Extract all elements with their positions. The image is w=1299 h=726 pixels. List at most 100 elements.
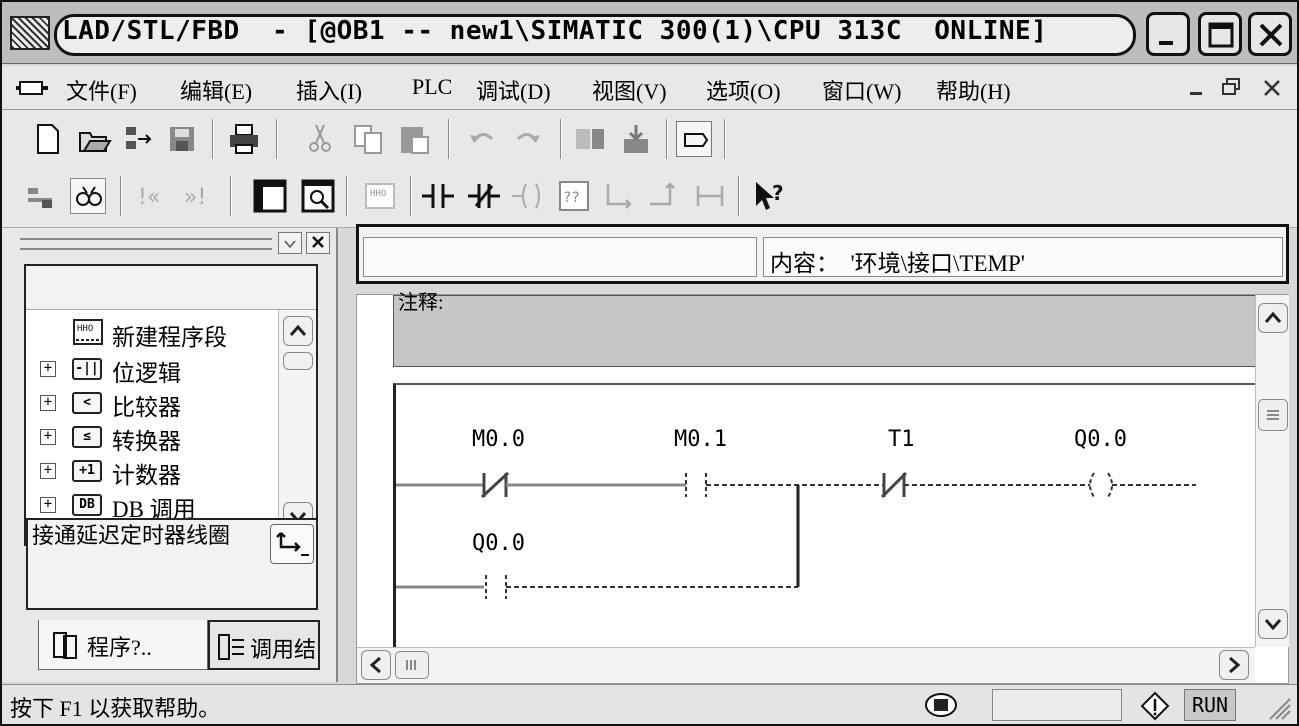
chevron-down-icon: [1264, 619, 1282, 631]
scroll-right-button[interactable]: [1219, 650, 1249, 680]
document-icon[interactable]: [16, 80, 50, 96]
ladder-editor[interactable]: 注释: M0.0 M0.1 T1 Q0.0 Q0.0: [356, 292, 1289, 684]
svg-text:HHO: HHO: [370, 189, 386, 199]
copy-button[interactable]: [350, 121, 386, 157]
scroll-up-button[interactable]: [283, 316, 313, 346]
network-comment[interactable]: 注释:: [393, 292, 1255, 367]
monitor-button[interactable]: [70, 178, 106, 214]
scroll-thumb[interactable]: [283, 352, 313, 370]
tree-label: 转换器: [112, 429, 181, 454]
minimize-button[interactable]: [1146, 12, 1190, 56]
pane-close-button[interactable]: [306, 232, 330, 254]
new-button[interactable]: [30, 121, 66, 157]
menu-edit[interactable]: 编辑(E): [180, 74, 252, 106]
expand-icon[interactable]: +: [40, 497, 56, 513]
status-help-text: 按下 F1 以获取帮助。: [10, 696, 221, 721]
save-icon: [170, 127, 194, 151]
program-elements-icon: [53, 632, 77, 659]
download-button[interactable]: [572, 121, 608, 157]
operand-m0-0[interactable]: M0.0: [472, 427, 525, 452]
operand-m0-1[interactable]: M0.1: [674, 427, 727, 452]
operand-q0-0-contact[interactable]: Q0.0: [472, 531, 525, 556]
mdi-close-icon[interactable]: [1260, 76, 1284, 100]
menu-bar: 文件(F) 编辑(E) 插入(I) PLC 调试(D) 视图(V) 选项(O) …: [2, 66, 1297, 110]
menu-help[interactable]: 帮助(H): [936, 74, 1011, 106]
no-contact-button[interactable]: [420, 178, 456, 214]
display-button[interactable]: [676, 121, 712, 157]
maximize-button[interactable]: [1198, 12, 1242, 56]
help-button[interactable]: ?: [752, 178, 788, 214]
editor-horizontal-scrollbar[interactable]: [357, 647, 1255, 683]
tab-label: 调用结: [250, 637, 317, 662]
scroll-up-button[interactable]: [1258, 303, 1288, 333]
app-icon[interactable]: [10, 16, 50, 50]
open-button[interactable]: [76, 121, 112, 157]
pane-minimize-icon: [284, 240, 296, 249]
redo-button[interactable]: [510, 121, 546, 157]
tab-call-structure[interactable]: 调用结: [208, 620, 320, 670]
interface-tree-field[interactable]: [363, 237, 757, 277]
paste-button[interactable]: [396, 121, 432, 157]
forward-button[interactable]: »!: [182, 178, 218, 214]
resize-grip-icon[interactable]: [1264, 693, 1292, 721]
operand-q0-0-coil[interactable]: Q0.0: [1074, 427, 1127, 452]
tree-scrollbar[interactable]: [278, 310, 316, 544]
editor-vertical-scrollbar[interactable]: [1255, 295, 1289, 647]
accessible-nodes-button-2[interactable]: [24, 178, 60, 214]
branch-close-button[interactable]: [646, 178, 682, 214]
tree-label: 计数器: [112, 463, 181, 488]
details-icon: [301, 179, 335, 213]
nc-contact-icon: [468, 184, 500, 208]
network-1[interactable]: M0.0 M0.1 T1 Q0.0 Q0.0: [393, 383, 1255, 647]
insert-element-button[interactable]: [270, 524, 314, 564]
menu-options[interactable]: 选项(O): [706, 74, 781, 106]
cut-button[interactable]: [302, 121, 338, 157]
title-bar[interactable]: LAD/STL/FBD - [@OB1 -- new1\SIMATIC 300(…: [2, 2, 1297, 64]
scroll-thumb[interactable]: [1258, 399, 1288, 431]
grip-icon: [406, 660, 416, 670]
expand-icon[interactable]: +: [40, 463, 56, 479]
menu-window[interactable]: 窗口(W): [822, 74, 901, 106]
menu-plc[interactable]: PLC: [412, 74, 452, 100]
menu-file[interactable]: 文件(F): [66, 74, 137, 106]
operand-t1[interactable]: T1: [888, 427, 915, 452]
overview-button[interactable]: [252, 178, 288, 214]
menu-insert[interactable]: 插入(I): [296, 74, 362, 106]
print-icon: [230, 124, 258, 154]
print-button[interactable]: [226, 121, 262, 157]
menu-debug[interactable]: 调试(D): [476, 74, 551, 106]
tab-program-elements[interactable]: 程序?..: [38, 620, 208, 670]
mdi-minimize-icon[interactable]: [1186, 76, 1210, 100]
upload-button[interactable]: [618, 121, 654, 157]
undo-button[interactable]: [464, 121, 500, 157]
close-button[interactable]: [1248, 12, 1292, 56]
connection-button[interactable]: [692, 178, 728, 214]
menu-view[interactable]: 视图(V): [592, 74, 667, 106]
svg-text:!«: !«: [138, 185, 160, 210]
empty-box-button[interactable]: ??: [556, 178, 592, 214]
branch-open-button[interactable]: [602, 178, 638, 214]
mdi-restore-icon[interactable]: [1220, 76, 1244, 100]
details-button[interactable]: [300, 178, 336, 214]
coil-button[interactable]: [510, 178, 546, 214]
branch-close-icon: [650, 182, 675, 206]
comment-label: 注释:: [398, 292, 444, 314]
chevron-up-icon: [289, 324, 307, 336]
new-network-button[interactable]: HHO: [362, 178, 398, 214]
nc-contact-button[interactable]: [466, 178, 502, 214]
db-call-folder-icon: DB: [72, 494, 102, 516]
chevron-left-icon: [369, 656, 381, 674]
new-icon: [37, 124, 59, 154]
pane-grip[interactable]: [20, 238, 272, 250]
interface-content-field[interactable]: 内容： '环境\接口\TEMP': [763, 237, 1283, 277]
expand-icon[interactable]: +: [40, 395, 56, 411]
save-button[interactable]: [164, 121, 200, 157]
scroll-left-button[interactable]: [361, 650, 391, 680]
expand-icon[interactable]: +: [40, 429, 56, 445]
expand-icon[interactable]: +: [40, 361, 56, 377]
scroll-down-button[interactable]: [1258, 609, 1288, 639]
back-button[interactable]: !«: [136, 178, 172, 214]
scroll-thumb[interactable]: [395, 651, 429, 679]
pane-minimize-button[interactable]: [278, 232, 302, 254]
accessible-nodes-button[interactable]: [120, 121, 156, 157]
